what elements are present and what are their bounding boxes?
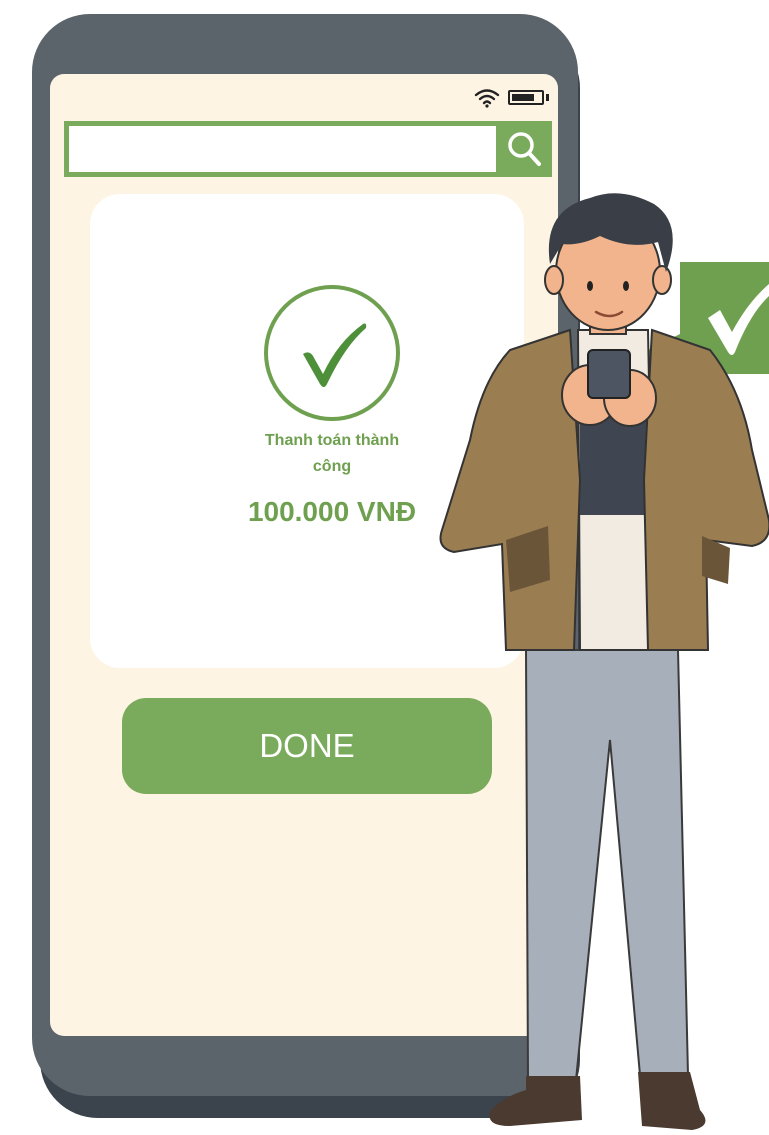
payment-status-text: Thanh toán thành công: [240, 428, 424, 480]
payment-status-line2: công: [312, 458, 352, 475]
wifi-icon: [474, 89, 500, 108]
payment-amount: 100.000 VNĐ: [247, 496, 417, 527]
success-check-icon: [264, 285, 400, 421]
battery-icon: [508, 90, 544, 105]
battery-level: [512, 94, 534, 101]
search-button[interactable]: [496, 121, 552, 177]
battery-tip: [546, 94, 549, 101]
payment-status-line1: Thanh toán thành: [264, 432, 400, 449]
search-input[interactable]: [74, 130, 494, 170]
search-icon: [508, 132, 541, 166]
man-with-phone-illustration: [439, 193, 769, 1130]
